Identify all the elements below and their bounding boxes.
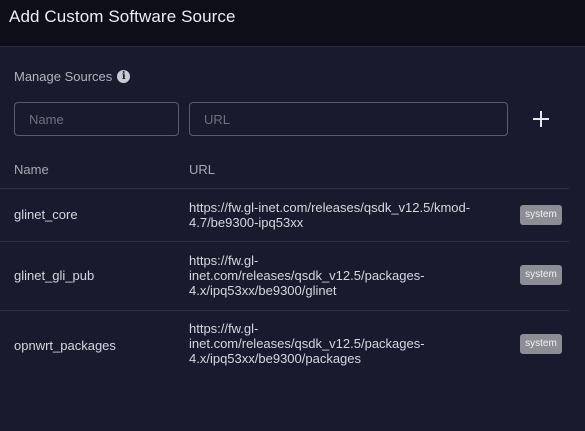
manage-sources-label: Manage Sources i <box>14 69 131 84</box>
url-line: 4.x/ipq53xx/be9300/glinet <box>189 283 337 298</box>
source-url: https://fw.gl- inet.com/releases/qsdk_v1… <box>189 321 504 366</box>
url-line: inet.com/releases/qsdk_v12.5/packages- <box>189 268 425 283</box>
url-line: https://fw.gl-inet.com/releases/qsdk_v12… <box>189 200 471 215</box>
plus-icon <box>533 111 549 127</box>
url-line: inet.com/releases/qsdk_v12.5/packages- <box>189 336 425 351</box>
info-icon[interactable]: i <box>117 70 131 83</box>
table-row: opnwrt_packages https://fw.gl- inet.com/… <box>0 311 569 379</box>
source-url: https://fw.gl-inet.com/releases/qsdk_v12… <box>189 200 504 230</box>
source-name: glinet_core <box>14 207 78 222</box>
source-name: glinet_gli_pub <box>14 268 95 283</box>
dialog-title: Add Custom Software Source <box>9 7 236 26</box>
name-input[interactable] <box>14 102 179 136</box>
add-software-source-dialog: Add Custom Software Source Manage Source… <box>0 0 585 431</box>
system-badge: system <box>520 334 562 354</box>
table-row: glinet_gli_pub https://fw.gl- inet.com/r… <box>0 242 569 310</box>
url-line: 4.7/be9300-ipq53xx <box>189 215 304 230</box>
column-header-name: Name <box>14 162 49 177</box>
url-line: 4.x/ipq53xx/be9300/packages <box>189 351 362 366</box>
system-badge: system <box>520 265 562 285</box>
source-url: https://fw.gl- inet.com/releases/qsdk_v1… <box>189 253 504 298</box>
system-badge: system <box>520 205 562 225</box>
table-row: glinet_core https://fw.gl-inet.com/relea… <box>0 189 569 241</box>
url-line: https://fw.gl- <box>189 321 259 336</box>
column-header-url: URL <box>189 162 216 177</box>
add-source-button[interactable] <box>526 104 556 134</box>
url-line: https://fw.gl- <box>189 253 259 268</box>
url-input[interactable] <box>189 102 508 136</box>
dialog-header: Add Custom Software Source <box>0 0 585 47</box>
manage-sources-text: Manage Sources <box>14 69 113 84</box>
source-name: opnwrt_packages <box>14 338 116 353</box>
